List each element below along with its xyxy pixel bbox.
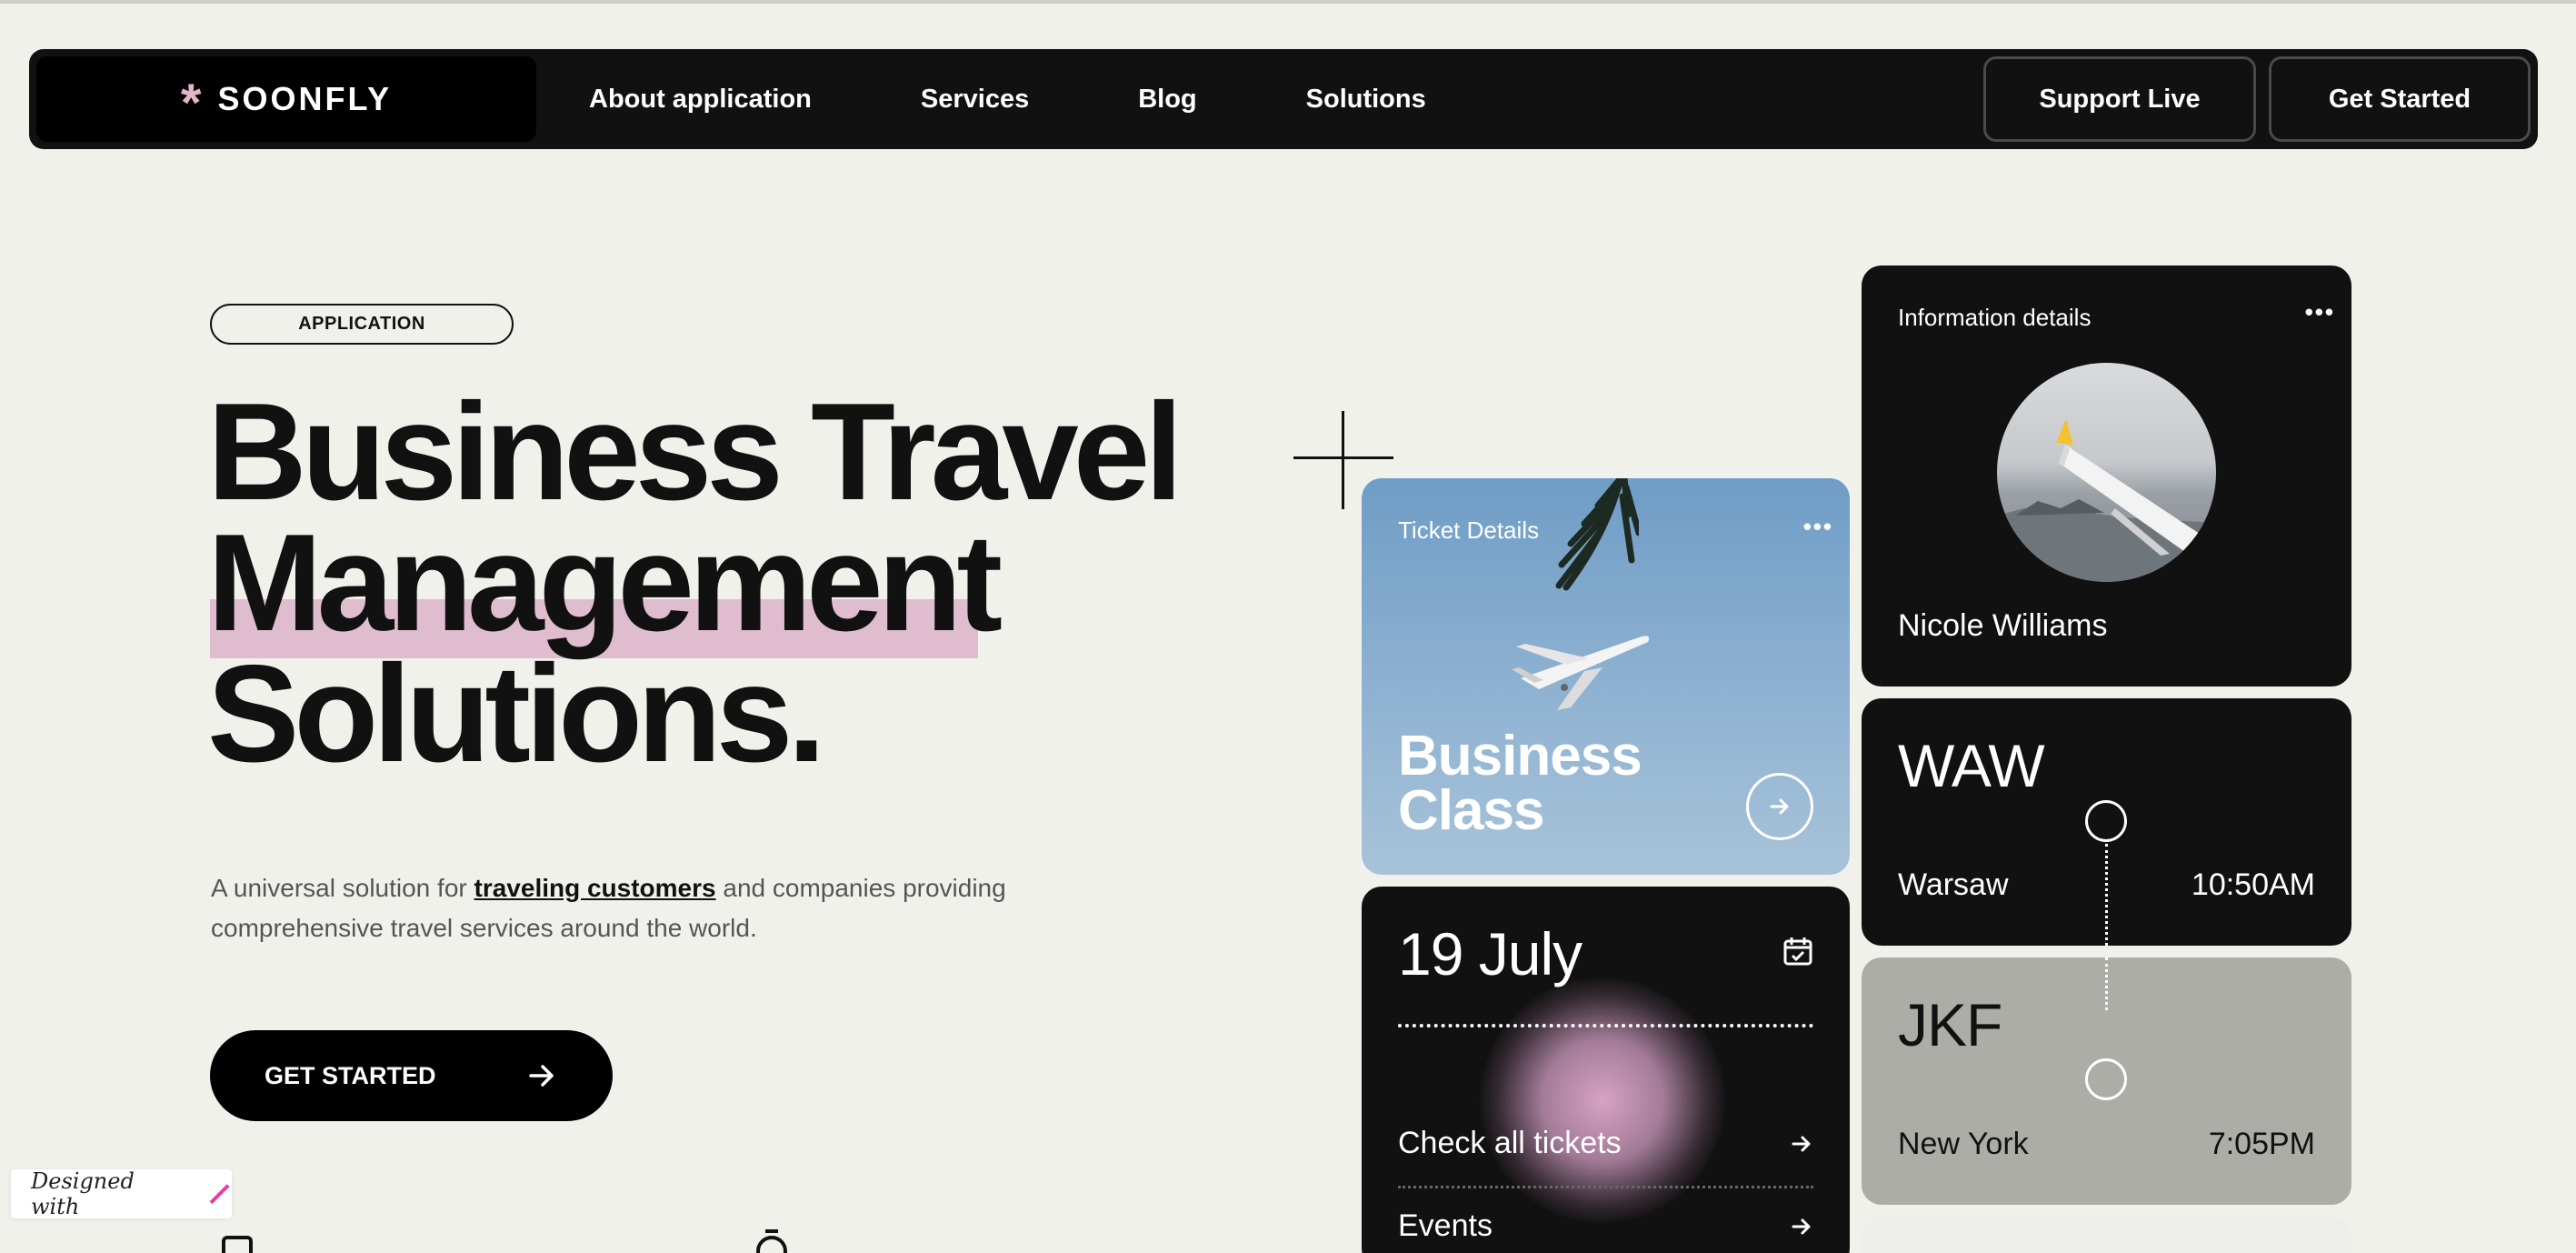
get-started-nav-button[interactable]: Get Started — [2269, 56, 2531, 142]
nav-link-about[interactable]: About application — [589, 85, 812, 115]
traveler-name: Nicole Williams — [1898, 608, 2108, 643]
nav-link-solutions[interactable]: Solutions — [1306, 85, 1426, 115]
logo-text: SOONFLY — [217, 80, 393, 117]
departure-time: 10:50AM — [2191, 867, 2315, 902]
wing-photo — [1997, 419, 2216, 582]
arrow-right-icon — [1770, 798, 1789, 815]
top-border — [0, 0, 2576, 4]
pen-icon — [209, 1183, 230, 1205]
route-line — [2105, 957, 2108, 1010]
crosshair-vertical — [1342, 411, 1344, 509]
title-line-1: Business Travel — [207, 375, 1183, 529]
stopwatch-icon — [756, 1229, 787, 1253]
ticket-arrow-button[interactable] — [1746, 773, 1813, 840]
events-label: Events — [1398, 1208, 1493, 1243]
cta-label: GET STARTED — [265, 1061, 436, 1089]
get-started-cta-button[interactable]: GET STARTED — [210, 1030, 613, 1121]
arrival-code: JKF — [1898, 991, 2002, 1058]
phone-icon — [222, 1236, 253, 1253]
more-options-icon[interactable]: ••• — [1803, 513, 1833, 541]
route-line — [2105, 844, 2108, 946]
events-link[interactable]: Events — [1398, 1208, 1813, 1244]
nav-link-services[interactable]: Services — [921, 85, 1029, 115]
travel-date: 19 July — [1398, 920, 1583, 987]
more-options-icon[interactable]: ••• — [2305, 298, 2335, 326]
arrow-right-icon — [1792, 1218, 1811, 1234]
nav-links: About application Services Blog Solution… — [589, 49, 1535, 149]
support-live-button[interactable]: Support Live — [1983, 56, 2256, 142]
check-all-tickets-link[interactable]: Check all tickets — [1398, 1126, 1813, 1161]
route-node-end — [2085, 1058, 2127, 1100]
check-all-tickets-label: Check all tickets — [1398, 1126, 1622, 1160]
hero-title: Business Travel Management Solutions. — [207, 375, 1183, 791]
navbar: * SOONFLY About application Services Blo… — [29, 49, 2538, 149]
asterisk-icon: * — [180, 74, 202, 133]
ticket-details-card[interactable]: Ticket Details ••• Business Class — [1362, 478, 1850, 875]
information-details-label: Information details — [1898, 304, 2092, 331]
logo[interactable]: * SOONFLY — [36, 56, 536, 142]
title-line-2: Management — [207, 506, 1003, 660]
arrow-right-icon — [529, 1065, 554, 1087]
traveling-customers-link[interactable]: traveling customers — [474, 874, 716, 902]
route-node-start — [2085, 800, 2127, 842]
avatar — [1997, 363, 2216, 582]
ticket-details-label: Ticket Details — [1398, 516, 1540, 544]
business-class-title: Business Class — [1398, 725, 1642, 842]
desc-text: A universal solution for — [211, 874, 474, 902]
hero-description: A universal solution for traveling custo… — [211, 868, 1120, 948]
departure-card[interactable]: WAW Warsaw 10:50AM — [1862, 698, 2351, 946]
next-card-peek — [1862, 1217, 2351, 1253]
airplane-icon — [1512, 636, 1650, 710]
application-pill: APPLICATION — [210, 304, 514, 345]
links-divider — [1398, 1186, 1813, 1188]
crosshair-horizontal — [1293, 456, 1393, 459]
arrival-time: 7:05PM — [2208, 1127, 2315, 1161]
nav-link-blog[interactable]: Blog — [1138, 85, 1196, 115]
date-card: 19 July Check all tickets Events — [1362, 887, 1850, 1253]
information-details-card[interactable]: Information details ••• Nicole Williams — [1862, 266, 2351, 687]
departure-code: WAW — [1898, 732, 2045, 799]
designed-with-label: Designed with — [31, 1168, 135, 1219]
calendar-check-icon[interactable] — [1782, 936, 1813, 967]
arrival-city: New York — [1898, 1127, 2029, 1161]
departure-city: Warsaw — [1898, 867, 2009, 902]
designed-with-badge[interactable]: Designed with — [11, 1168, 232, 1219]
date-divider — [1398, 1024, 1813, 1027]
arrival-card[interactable]: JKF New York 7:05PM — [1862, 957, 2351, 1205]
title-line-3: Solutions. — [207, 637, 826, 791]
arrow-right-icon — [1792, 1136, 1811, 1151]
